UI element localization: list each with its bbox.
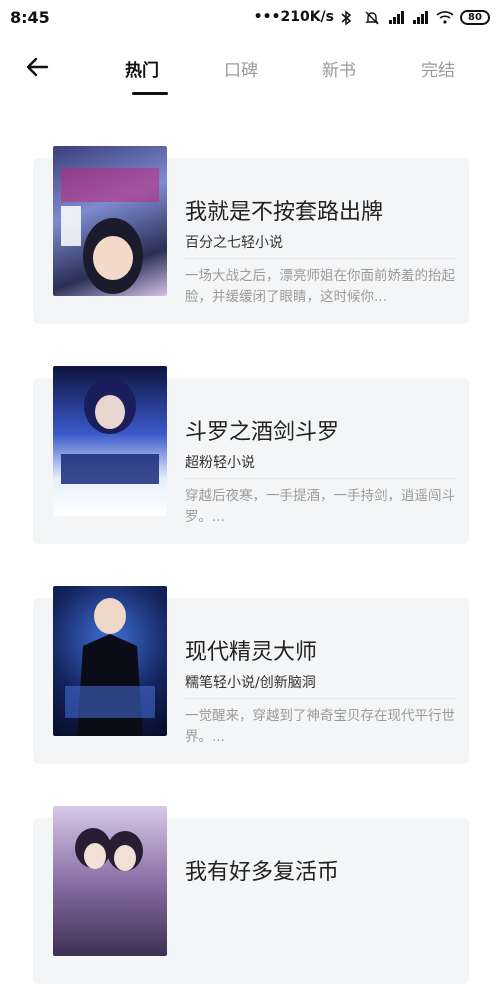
tab-new[interactable]: 新书	[309, 56, 369, 81]
book-title: 我就是不按套路出牌	[185, 200, 384, 225]
signal-icon-2	[412, 10, 430, 24]
arrow-left-icon	[26, 57, 49, 77]
network-speed: •••210K/s	[253, 9, 334, 25]
tab-label: 热门	[125, 61, 159, 81]
book-description: 穿越后夜寒，一手提酒，一手持剑，逍遥闯斗罗。...	[185, 488, 455, 525]
book-cover	[53, 586, 167, 736]
tab-label: 新书	[322, 61, 356, 81]
signal-icon-1	[388, 10, 406, 24]
tab-reputation[interactable]: 口碑	[211, 56, 271, 81]
mute-bell-icon	[364, 10, 382, 25]
book-meta: 超粉轻小说	[185, 455, 255, 471]
book-cover	[53, 806, 167, 956]
book-meta: 糯笔轻小说/创新脑洞	[185, 675, 316, 691]
battery-icon: 80	[460, 9, 490, 25]
back-button[interactable]	[20, 52, 54, 82]
divider	[185, 698, 457, 699]
divider	[185, 258, 457, 259]
book-card[interactable]: 我有好多复活币	[33, 806, 469, 984]
book-description: 一场大战之后，漂亮师姐在你面前娇羞的抬起脸，并缓缓闭了眼睛，这时候你...	[185, 268, 455, 305]
bluetooth-icon	[340, 10, 358, 26]
book-title: 现代精灵大师	[185, 640, 318, 665]
status-bar: 8:45 •••210K/s 80	[0, 0, 500, 34]
tab-hot[interactable]: 热门	[112, 56, 172, 95]
status-icons: •••210K/s 80	[253, 9, 490, 26]
book-title: 我有好多复活币	[185, 860, 340, 885]
active-tab-indicator	[132, 92, 168, 95]
book-meta: 百分之七轻小说	[185, 235, 283, 251]
status-time: 8:45	[10, 7, 50, 27]
book-card[interactable]: 斗罗之酒剑斗罗 超粉轻小说 穿越后夜寒，一手提酒，一手持剑，逍遥闯斗罗。...	[33, 366, 469, 544]
book-description: 一觉醒来，穿越到了神奇宝贝存在现代平行世界。...	[185, 708, 455, 745]
book-cover	[53, 146, 167, 296]
tab-label: 口碑	[224, 61, 258, 81]
tab-finished[interactable]: 完结	[408, 56, 468, 81]
divider	[185, 478, 457, 479]
top-nav: 热门 口碑 新书 完结	[0, 40, 500, 100]
book-title: 斗罗之酒剑斗罗	[185, 420, 340, 445]
book-card[interactable]: 我就是不按套路出牌 百分之七轻小说 一场大战之后，漂亮师姐在你面前娇羞的抬起脸，…	[33, 146, 469, 324]
tab-label: 完结	[421, 61, 455, 81]
book-card[interactable]: 现代精灵大师 糯笔轻小说/创新脑洞 一觉醒来，穿越到了神奇宝贝存在现代平行世界。…	[33, 586, 469, 764]
wifi-icon	[436, 10, 454, 24]
book-cover	[53, 366, 167, 516]
